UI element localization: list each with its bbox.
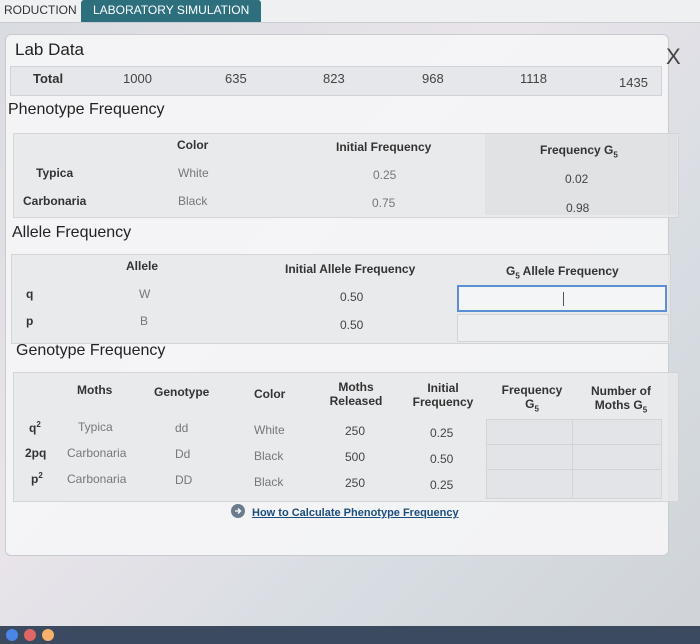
tab-laboratory-simulation[interactable]: LABORATORY SIMULATION (81, 0, 262, 22)
browser-icon[interactable] (6, 629, 18, 641)
genotype-header-released: Moths Released (329, 380, 383, 408)
arrow-right-icon (231, 504, 245, 518)
phenotype-row-color: Black (178, 194, 208, 208)
genotype-row-moths: Carbonaria (67, 446, 127, 460)
phenotype-row-initial: 0.25 (373, 168, 397, 182)
genotype-header-number-g5: Number of Moths G5 (591, 384, 651, 415)
close-button[interactable]: X (666, 44, 681, 70)
genotype-row-symbol: 2pq (25, 446, 47, 460)
app-icon[interactable] (24, 629, 36, 641)
allele-row-allele: W (139, 287, 151, 301)
genotype-row-genotype: DD (175, 473, 193, 487)
total-value: 1000 (123, 71, 152, 86)
total-value: 1435 (619, 75, 648, 90)
dock-strip (0, 626, 700, 644)
p-g5-allele-frequency-input[interactable] (457, 314, 669, 342)
allele-row-symbol: p (26, 314, 34, 328)
genotype-frequency-input[interactable] (486, 444, 574, 470)
phenotype-row-name: Carbonaria (23, 194, 87, 208)
top-tab-bar: RODUCTION LABORATORY SIMULATION (0, 0, 700, 23)
genotype-row-moths: Typica (78, 420, 113, 434)
genotype-row-genotype: dd (175, 421, 189, 435)
genotype-row-genotype: Dd (175, 447, 191, 461)
genotype-header-frequency-g5: Frequency G5 (501, 383, 563, 414)
phenotype-row-initial: 0.75 (372, 196, 396, 210)
genotype-count-input[interactable] (572, 469, 662, 499)
text-caret (563, 292, 564, 306)
allele-row-initial: 0.50 (340, 290, 364, 304)
phenotype-header-g5: Frequency G5 (540, 143, 618, 160)
genotype-frequency-input[interactable] (486, 419, 574, 445)
phenotype-help-link[interactable]: How to Calculate Phenotype Frequency (252, 507, 459, 519)
total-value: 823 (323, 71, 345, 86)
allele-row-initial: 0.50 (340, 318, 364, 332)
allele-section-title: Allele Frequency (12, 224, 132, 241)
genotype-header-moths: Moths (77, 383, 113, 397)
genotype-row-initial: 0.25 (430, 478, 454, 492)
totals-label: Total (33, 71, 64, 86)
genotype-header-color: Color (254, 387, 286, 401)
genotype-section-title: Genotype Frequency (16, 342, 166, 359)
phenotype-row-g5: 0.02 (565, 172, 589, 186)
allele-header-g5: G5 Allele Frequency (506, 264, 619, 281)
genotype-header-initial: Initial Frequency (412, 381, 474, 409)
g5-allele-frequency-input[interactable] (457, 285, 667, 312)
genotype-row-moths: Carbonaria (67, 472, 127, 486)
app-icon[interactable] (42, 629, 54, 641)
allele-header-allele: Allele (126, 259, 159, 273)
phenotype-header-initial: Initial Frequency (336, 140, 432, 154)
total-value: 635 (225, 71, 247, 86)
phenotype-row-name: Typica (36, 166, 74, 180)
genotype-row-color: White (254, 423, 285, 437)
allele-row-allele: B (140, 314, 149, 328)
genotype-count-input[interactable] (572, 444, 662, 470)
genotype-row-initial: 0.50 (430, 452, 454, 466)
phenotype-header-color: Color (177, 138, 209, 152)
total-value: 1118 (520, 71, 547, 86)
panel-title: Lab Data (15, 40, 84, 59)
allele-header-initial: Initial Allele Frequency (285, 262, 416, 276)
genotype-row-color: Black (254, 449, 284, 463)
genotype-count-input[interactable] (572, 419, 662, 445)
tab-introduction[interactable]: RODUCTION (0, 0, 85, 22)
phenotype-row-g5: 0.98 (566, 201, 590, 215)
genotype-row-initial: 0.25 (430, 426, 454, 440)
genotype-row-symbol: p2 (31, 471, 43, 486)
genotype-row-released: 250 (345, 424, 366, 438)
allele-row-symbol: q (26, 287, 34, 301)
generation-totals-row: Total 1000 635 823 968 1118 1435 (10, 66, 662, 96)
phenotype-row-color: White (178, 166, 209, 180)
genotype-frequency-input[interactable] (486, 469, 574, 499)
phenotype-section-title: Phenotype Frequency (8, 101, 165, 118)
genotype-row-released: 250 (345, 476, 366, 490)
genotype-row-color: Black (254, 475, 284, 489)
genotype-header-genotype: Genotype (154, 385, 210, 399)
genotype-row-released: 500 (345, 450, 366, 464)
genotype-row-symbol: q2 (29, 420, 41, 435)
total-value: 968 (422, 71, 444, 86)
